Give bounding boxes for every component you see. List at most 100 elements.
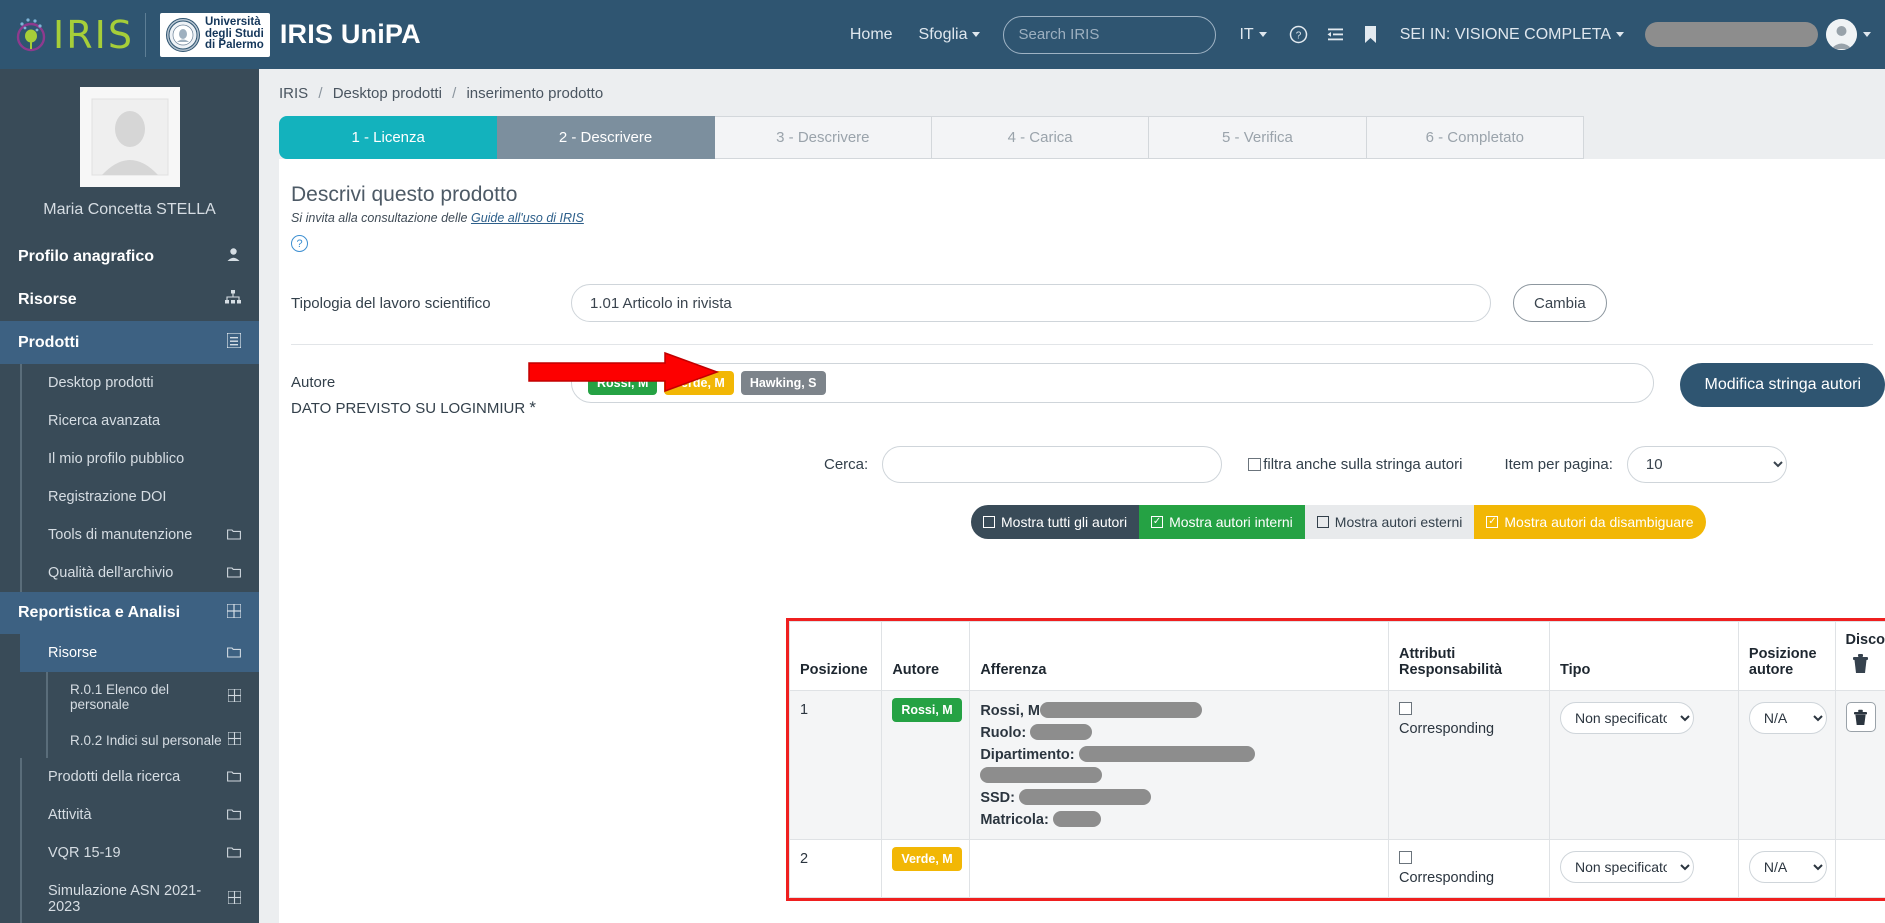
breadcrumb-item-desktop-prodotti[interactable]: Desktop prodotti [333,85,442,102]
redacted-bar [1019,789,1152,805]
grid-icon [227,731,242,748]
step-5-verifica[interactable]: 5 - Verifica [1149,116,1367,159]
segment-label: Mostra autori interni [1169,514,1293,530]
author-string-tags[interactable]: Rossi, M Verde, M Hawking, S [571,363,1655,403]
sidebar-item-label: Simulazione ASN 2021-2023 [48,883,202,915]
iris-logo[interactable]: IRIS [11,15,134,55]
sidebar-item-r01-elenco-del-personale[interactable]: R.0.1 Elenco del personale [46,672,259,722]
row-author-tag[interactable]: Verde, M [892,847,962,871]
bookmark-icon[interactable] [1354,25,1387,44]
sidebar-item-risorse-report[interactable]: Risorse [20,634,259,672]
tipologia-value: 1.01 Articolo in rivista [571,284,1491,322]
sidebar-item-reportistica-e-analisi[interactable]: Reportistica e Analisi [0,592,259,634]
sidebar-item-simulazione-asn-2021-2023[interactable]: Simulazione ASN 2021-2023 [20,872,259,923]
search-input[interactable] [1004,26,1216,43]
corresponding-checkbox[interactable] [1398,851,1412,864]
sidebar-item-risorse[interactable]: Risorse [0,278,259,321]
collapse-menu-icon[interactable] [1317,25,1354,44]
segment-mostra-tutti-gli-autori[interactable]: Mostra tutti gli autori [971,505,1140,539]
sidebar-item-qualita-dellarchivio[interactable]: Qualità dell'archivio [20,554,259,592]
unipa-seal-icon [166,17,200,52]
cerca-label: Cerca: [824,456,869,473]
sidebar-item-label: Prodotti della ricerca [48,769,181,785]
autore-sublabel: DATO PREVISTO SU LOGINMIUR * [291,395,571,421]
view-mode-selector[interactable]: SEI IN: VISIONE COMPLETA [1387,26,1637,44]
filtra-stringa-autori-label: filtra anche sulla stringa autori [1263,456,1463,473]
cambia-button[interactable]: Cambia [1513,284,1607,322]
trash-icon[interactable] [1845,702,1876,732]
tipo-select[interactable]: Non specificato [1559,851,1694,883]
row-author-tag[interactable]: Rossi, M [892,698,962,722]
nav-home[interactable]: Home [837,26,906,44]
page-title: Descrivi questo prodotto [291,183,518,206]
card-subtitle: Si invita alla consultazione delle Guide… [279,207,1885,225]
autore-row: Autore DATO PREVISTO SU LOGINMIUR * Ross… [279,345,1885,420]
breadcrumb-item-iris[interactable]: IRIS [279,85,308,102]
breadcrumb: IRIS / Desktop prodotti / inserimento pr… [259,69,1885,112]
iris-logo-zone[interactable]: IRIS [0,15,145,55]
sidebar-item-prodotti[interactable]: Prodotti [0,321,259,364]
checkbox-icon[interactable] [1248,458,1262,471]
sidebar-item-registrazione-doi[interactable]: Registrazione DOI [20,478,259,516]
afferenza-dipartimento-label: Dipartimento: [980,747,1075,763]
redacted-bar [1052,811,1101,827]
tipologia-row: Tipologia del lavoro scientifico 1.01 Ar… [279,252,1885,322]
avatar[interactable] [1826,19,1857,50]
header-divider [145,12,146,57]
sidebar-item-ricerca-avanzata[interactable]: Ricerca avanzata [20,402,259,440]
segment-mostra-autori-interni[interactable]: ✓ Mostra autori interni [1139,505,1305,539]
author-tag-hawking[interactable]: Hawking, S [740,371,826,395]
step-2-descrivere[interactable]: 2 - Descrivere [497,116,715,159]
step-4-carica[interactable]: 4 - Carica [931,116,1150,159]
posizione-autore-select[interactable]: N/A [1748,702,1827,734]
corresponding-checkbox[interactable] [1398,702,1412,715]
sidebar-item-desktop-prodotti[interactable]: Desktop prodotti [20,364,259,402]
step-6-completato[interactable]: 6 - Completato [1366,116,1584,159]
cerca-input[interactable] [882,446,1223,483]
authors-table: Posizione Autore Afferenza Attributi Res… [788,621,1885,898]
question-mark-icon[interactable]: ? [291,235,308,252]
chevron-down-icon [972,31,981,37]
folder-icon [227,646,241,661]
sidebar-item-prodotti-della-ricerca[interactable]: Prodotti della ricerca [20,758,259,796]
user-name-redacted [1645,22,1818,47]
segment-mostra-autori-da-disambiguare[interactable]: ✓ Mostra autori da disambiguare [1474,505,1706,539]
step-3-descrivere[interactable]: 3 - Descrivere [714,116,932,159]
header-search[interactable] [1003,15,1217,54]
sidebar-item-label: Reportistica e Analisi [18,604,181,621]
avatar-chevron-down-icon[interactable] [1863,32,1871,37]
language-selector[interactable]: IT [1226,26,1279,44]
folder-icon [227,770,241,785]
sidebar-item-attivita[interactable]: Attività [20,796,259,834]
checkbox-checked-icon: ✓ [1151,516,1164,528]
author-filter-row: Cerca: filtra anche sulla stringa autori… [279,420,1885,483]
sidebar-item-r02-indici-sul-personale[interactable]: R.0.2 Indici sul personale [46,722,259,758]
breadcrumb-item-inserimento-prodotto: inserimento prodotto [466,85,604,102]
help-icon[interactable]: ? [1280,25,1317,44]
trash-icon[interactable] [1846,648,1876,678]
checkbox-icon [983,516,995,528]
sidebar-item-label: Il mio profilo pubblico [48,451,185,467]
sidebar-item-label: Tools di manutenzione [48,527,193,543]
sidebar-item-tools-di-manutenzione[interactable]: Tools di manutenzione [20,516,259,554]
cell-disconosci [1834,839,1885,898]
afferenza-dipartimento-line-2 [980,767,1378,784]
guide-link[interactable]: Guide all'uso di IRIS [471,211,584,225]
modifica-stringa-autori-button[interactable]: Modifica stringa autori [1680,363,1885,407]
sidebar-item-profilo-anagrafico[interactable]: Profilo anagrafico [0,235,259,278]
segment-mostra-autori-esterni[interactable]: Mostra autori esterni [1304,505,1475,539]
item-per-pagina-select[interactable]: 10 [1626,446,1787,483]
table-row: 2 Verde, M Corresponding Non specificato [788,839,1885,898]
top-header: IRIS Università degli Studi di Palermo I… [0,0,1885,69]
filtra-stringa-autori-checkbox[interactable]: filtra anche sulla stringa autori [1248,456,1462,473]
tipo-select[interactable]: Non specificato [1559,702,1694,734]
posizione-autore-select[interactable]: N/A [1748,851,1827,883]
nav-sfoglia[interactable]: Sfoglia [906,26,994,44]
step-1-licenza[interactable]: 1 - Licenza [279,116,498,159]
sidebar-item-il-mio-profilo-pubblico[interactable]: Il mio profilo pubblico [20,440,259,478]
column-posizione: Posizione [788,621,883,691]
sidebar-item-vqr-15-19[interactable]: VQR 15-19 [20,834,259,872]
column-disconosci: Disconosci [1834,621,1885,691]
person-icon [226,247,241,266]
afferenza-ssd-line: SSD: [980,789,1378,806]
